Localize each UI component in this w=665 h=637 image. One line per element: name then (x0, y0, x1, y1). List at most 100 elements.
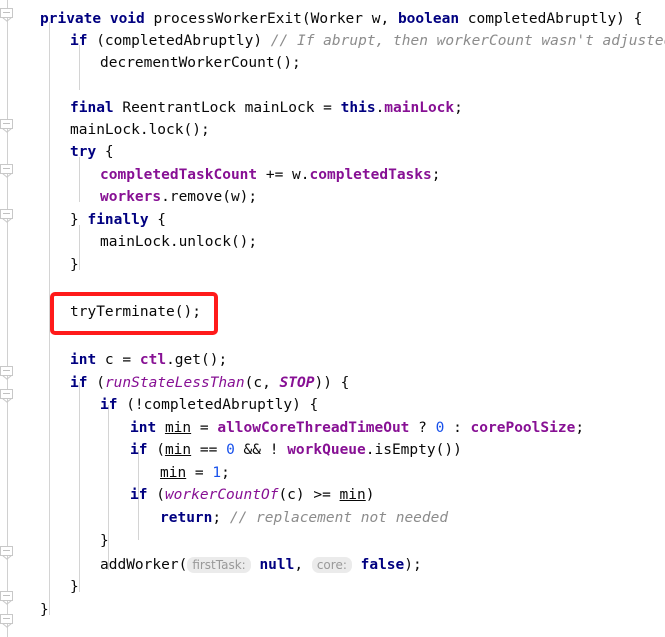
code-line[interactable]: } (70, 576, 79, 599)
code-token: processWorkerExit(Worker w, (144, 11, 398, 27)
code-token: } (40, 602, 49, 618)
code-token: : (444, 420, 471, 436)
indent-guide (49, 22, 50, 615)
code-token: ); (404, 557, 422, 573)
code-token: // replacement not needed (229, 510, 449, 526)
code-token: ( (147, 442, 165, 458)
code-token: } (70, 579, 79, 595)
code-line[interactable]: } (40, 599, 49, 622)
code-token: final (70, 100, 114, 116)
code-token: (c) >= (278, 487, 340, 503)
code-line[interactable]: if (!completedAbruptly) { (100, 394, 318, 417)
code-token: ReentrantLock mainLock = (113, 100, 341, 116)
code-token: if (100, 397, 118, 413)
code-token: )) { (314, 375, 350, 391)
code-token: mainLock.unlock(); (100, 234, 258, 250)
code-editor[interactable]: private void processWorkerExit(Worker w,… (0, 0, 665, 637)
code-token: .get(); (166, 352, 228, 368)
indent-guide (79, 225, 80, 270)
code-line[interactable]: if (workerCountOf(c) >= min) (130, 484, 374, 507)
code-token: (c, (244, 375, 280, 391)
code-token: // If abrupt, then workerCount wasn't ad… (270, 33, 665, 49)
code-line[interactable]: min = 1; (160, 462, 230, 485)
code-line[interactable]: return; // replacement not needed (160, 507, 448, 530)
code-token: ( (147, 487, 165, 503)
code-token: ) (365, 487, 375, 503)
code-token: 0 (226, 442, 235, 458)
code-token: workerCountOf (164, 487, 279, 503)
code-line[interactable]: } (100, 530, 109, 553)
code-token: void (109, 11, 145, 27)
code-line[interactable]: } (70, 254, 79, 277)
code-line[interactable]: private void processWorkerExit(Worker w,… (40, 8, 642, 31)
code-token: int (70, 352, 97, 368)
code-token: null (259, 557, 295, 573)
code-token: ? (409, 420, 436, 436)
code-token: min (160, 465, 187, 481)
code-token: completedTasks (309, 167, 432, 183)
code-line[interactable]: int min = allowCoreThreadTimeOut ? 0 : c… (130, 417, 584, 440)
code-token: STOP (279, 375, 315, 391)
code-line[interactable]: mainLock.lock(); (70, 119, 210, 142)
code-token: ; (575, 420, 585, 436)
code-line[interactable]: workers.remove(w); (100, 186, 257, 209)
code-token: return (160, 510, 213, 526)
code-token: completedTaskCount (100, 167, 258, 183)
code-token: min (339, 487, 366, 503)
code-token: min (164, 442, 192, 458)
code-line[interactable]: if (runStateLessThan(c, STOP)) { (70, 372, 349, 395)
code-token: = (191, 420, 218, 436)
code-token: if (70, 375, 88, 391)
code-token: runStateLessThan (104, 375, 245, 391)
code-token: == (191, 442, 227, 458)
parameter-hint: firstTask: (187, 557, 251, 573)
code-token: ctl (139, 352, 167, 368)
code-token: completedAbruptly) { (459, 11, 643, 27)
code-token: finally (87, 212, 149, 228)
code-token: . (375, 100, 385, 116)
code-token: mainLock (384, 100, 455, 116)
code-token: { (96, 144, 114, 160)
code-line[interactable]: } finally { (70, 209, 166, 232)
code-token: addWorker( (100, 557, 188, 573)
code-line[interactable]: decrementWorkerCount(); (100, 52, 301, 75)
code-text-area[interactable]: private void processWorkerExit(Worker w,… (0, 0, 665, 637)
code-token: this (340, 100, 376, 116)
code-line[interactable]: final ReentrantLock mainLock = this.main… (70, 97, 463, 120)
code-token: workQueue (287, 442, 366, 458)
code-token: { (148, 212, 167, 228)
parameter-hint: core: (311, 557, 352, 573)
code-line[interactable]: addWorker(firstTask: null, core: false); (100, 554, 422, 577)
code-line[interactable]: try { (70, 141, 114, 164)
code-line[interactable]: tryTerminate(); (70, 301, 201, 324)
code-token: , (294, 557, 312, 573)
code-token: } (70, 212, 88, 228)
code-token: mainLock.lock(); (70, 122, 210, 138)
code-token: .isEmpty()) (365, 442, 462, 458)
code-token: false (360, 557, 405, 573)
code-token: += w. (257, 167, 310, 183)
code-token: = (186, 465, 213, 481)
code-line[interactable]: int c = ctl.get(); (70, 349, 227, 372)
code-token: ; (221, 465, 230, 481)
code-token: (!completedAbruptly) { (117, 397, 319, 413)
code-token: } (100, 533, 109, 549)
code-token: c = (96, 352, 140, 368)
code-line[interactable]: completedTaskCount += w.completedTasks; (100, 164, 440, 187)
code-token: int (130, 420, 157, 436)
code-token: private (40, 11, 102, 27)
code-token: } (70, 257, 79, 273)
code-line[interactable]: if (completedAbruptly) // If abrupt, the… (70, 30, 665, 53)
code-token: ; (431, 167, 441, 183)
code-token: .remove(w); (161, 189, 258, 205)
code-line[interactable]: if (min == 0 && ! workQueue.isEmpty()) (130, 439, 462, 462)
code-token: decrementWorkerCount(); (100, 55, 301, 71)
code-line[interactable]: mainLock.unlock(); (100, 231, 257, 254)
indent-guide (79, 382, 80, 592)
code-token: (completedAbruptly) (87, 33, 271, 49)
code-token: ; (212, 510, 230, 526)
